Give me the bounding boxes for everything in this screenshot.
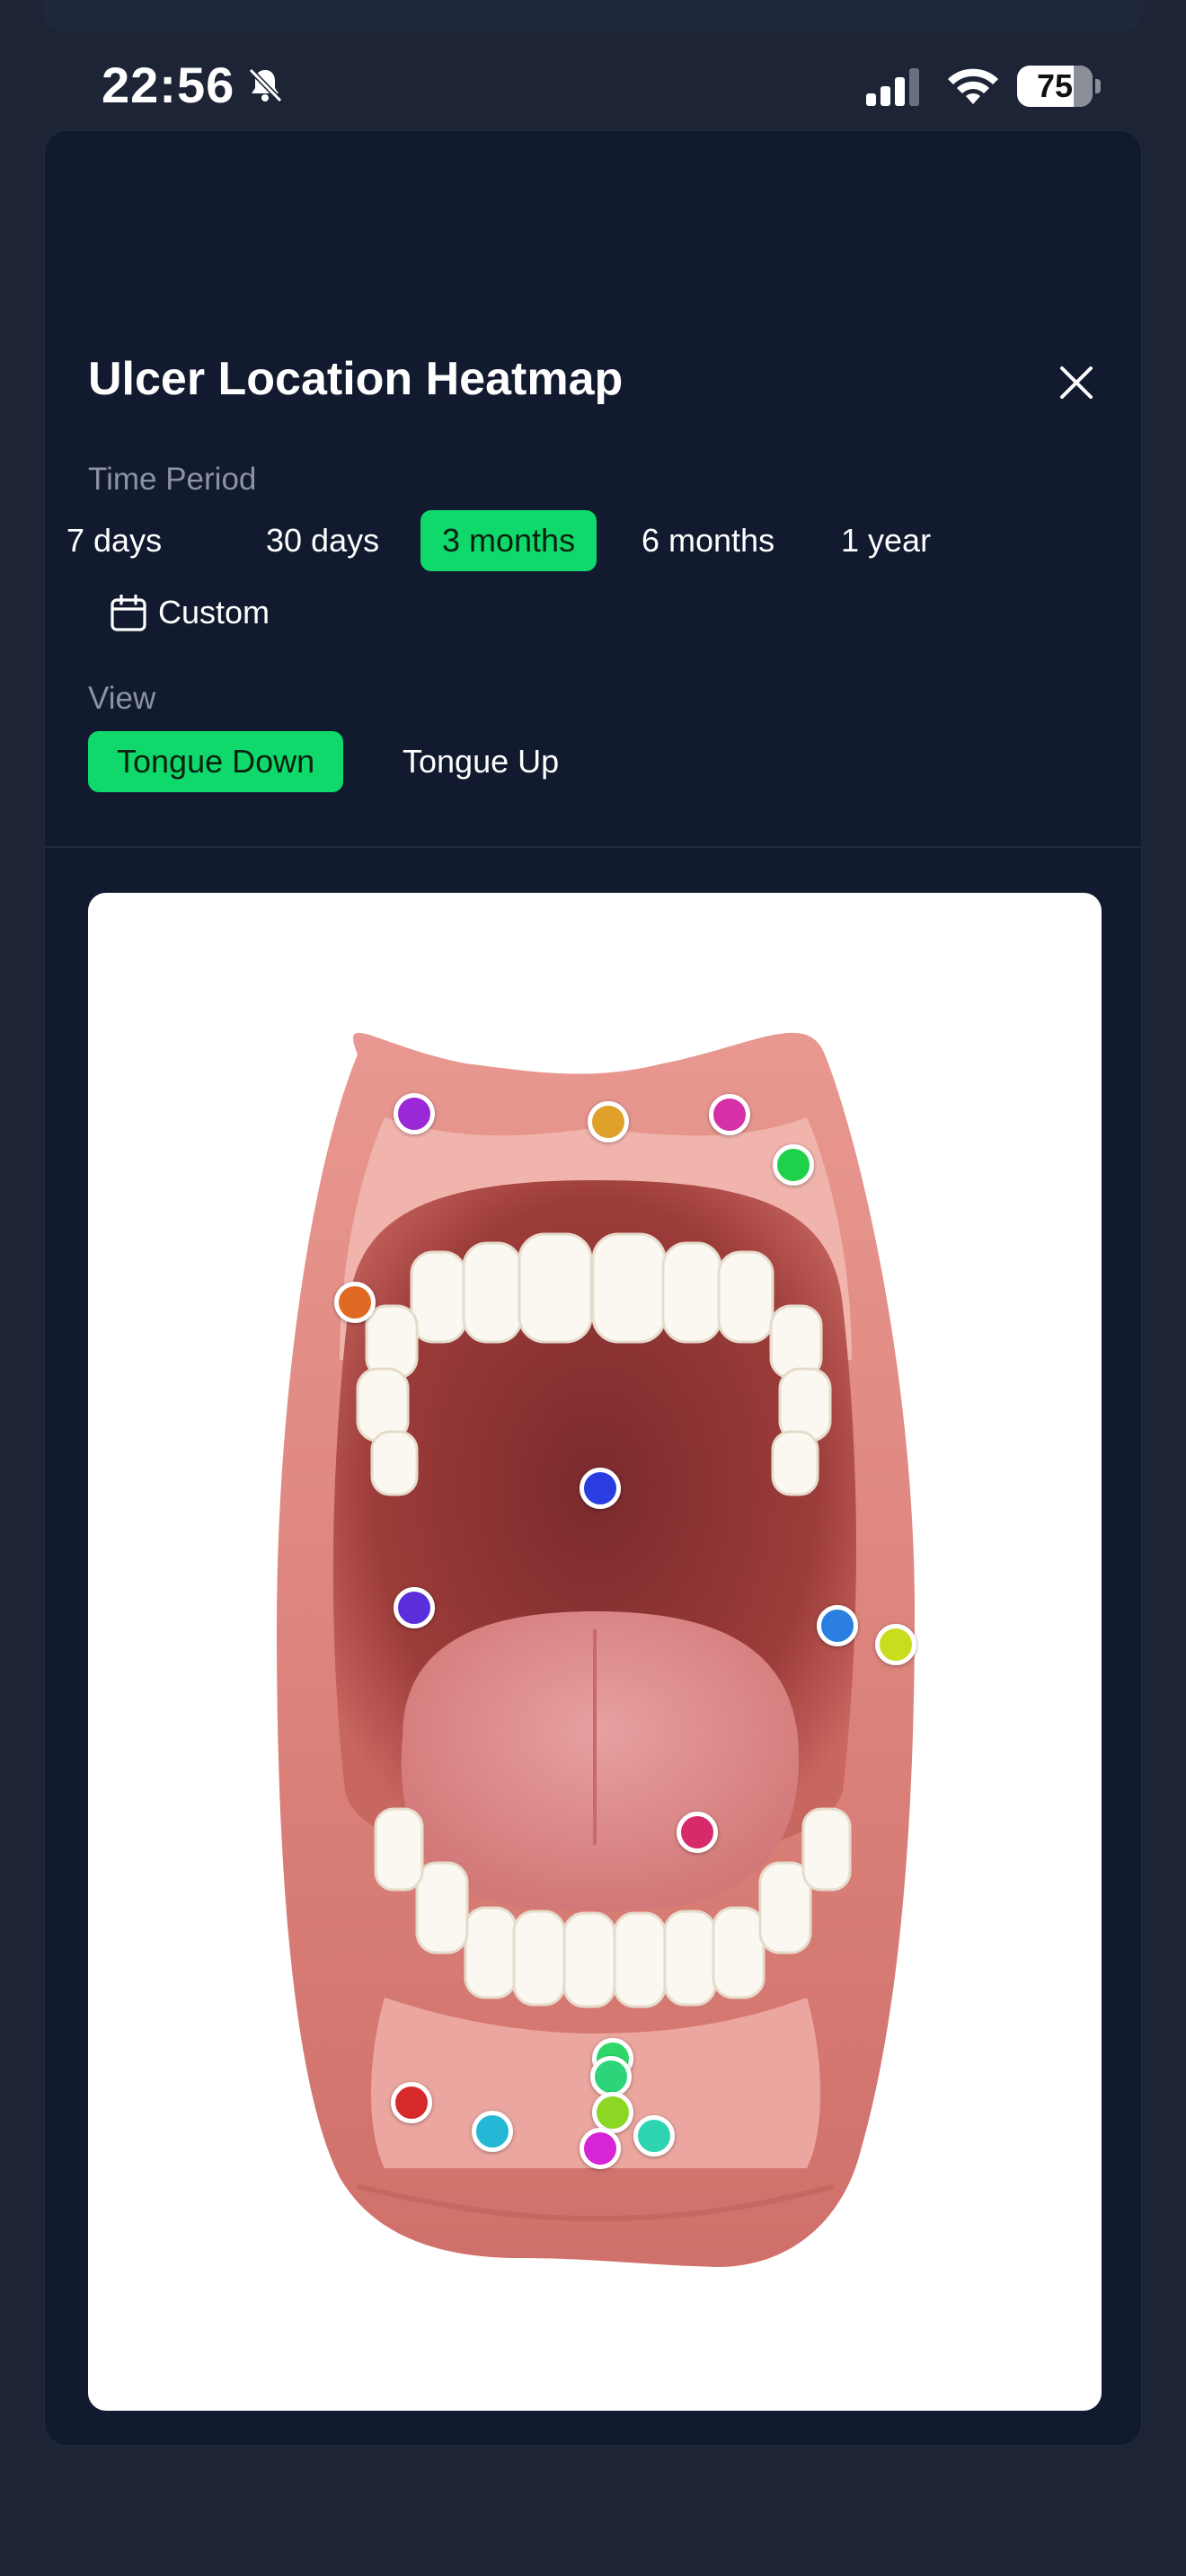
- ulcer-marker[interactable]: [588, 1101, 629, 1142]
- battery-icon: 75: [1017, 66, 1101, 107]
- ulcer-marker[interactable]: [580, 1468, 621, 1509]
- ulcer-marker[interactable]: [394, 1093, 435, 1134]
- period-option-1-year[interactable]: 1 year: [819, 510, 952, 571]
- calendar-icon: [111, 595, 146, 631]
- view-label: View: [88, 681, 156, 716]
- wifi-icon: [948, 68, 998, 104]
- ulcer-marker[interactable]: [875, 1624, 916, 1665]
- ulcer-marker[interactable]: [394, 1587, 435, 1628]
- ulcer-marker[interactable]: [773, 1144, 814, 1186]
- status-time: 22:56: [102, 57, 235, 113]
- period-option-6-months[interactable]: 6 months: [620, 510, 796, 571]
- modal-title: Ulcer Location Heatmap: [88, 353, 624, 405]
- ulcer-marker[interactable]: [472, 2111, 513, 2152]
- ulcer-marker[interactable]: [817, 1605, 858, 1646]
- view-option-tongue-up[interactable]: Tongue Up: [381, 731, 580, 792]
- ulcer-marker[interactable]: [633, 2115, 675, 2157]
- ulcer-marker[interactable]: [580, 2128, 621, 2169]
- view-option-tongue-down[interactable]: Tongue Down: [88, 731, 344, 792]
- period-option-30-days[interactable]: 30 days: [244, 510, 401, 571]
- heatmap-modal: Ulcer Location Heatmap Time Period 7 day…: [43, 129, 1143, 2447]
- cellular-signal-icon: [866, 68, 919, 106]
- ulcer-marker[interactable]: [391, 2082, 432, 2123]
- close-icon[interactable]: [1053, 359, 1100, 406]
- period-option-7-days[interactable]: 7 days: [45, 510, 183, 571]
- ulcer-marker[interactable]: [677, 1812, 718, 1853]
- custom-period-button[interactable]: Custom: [106, 582, 270, 643]
- ulcer-marker[interactable]: [709, 1094, 750, 1135]
- period-option-3-months[interactable]: 3 months: [420, 510, 597, 571]
- section-divider: [45, 846, 1141, 848]
- ulcer-marker[interactable]: [334, 1282, 376, 1323]
- time-period-label: Time Period: [88, 462, 257, 497]
- bell-slash-icon: [248, 67, 283, 103]
- battery-level: 75: [1036, 67, 1074, 104]
- custom-label: Custom: [158, 594, 270, 631]
